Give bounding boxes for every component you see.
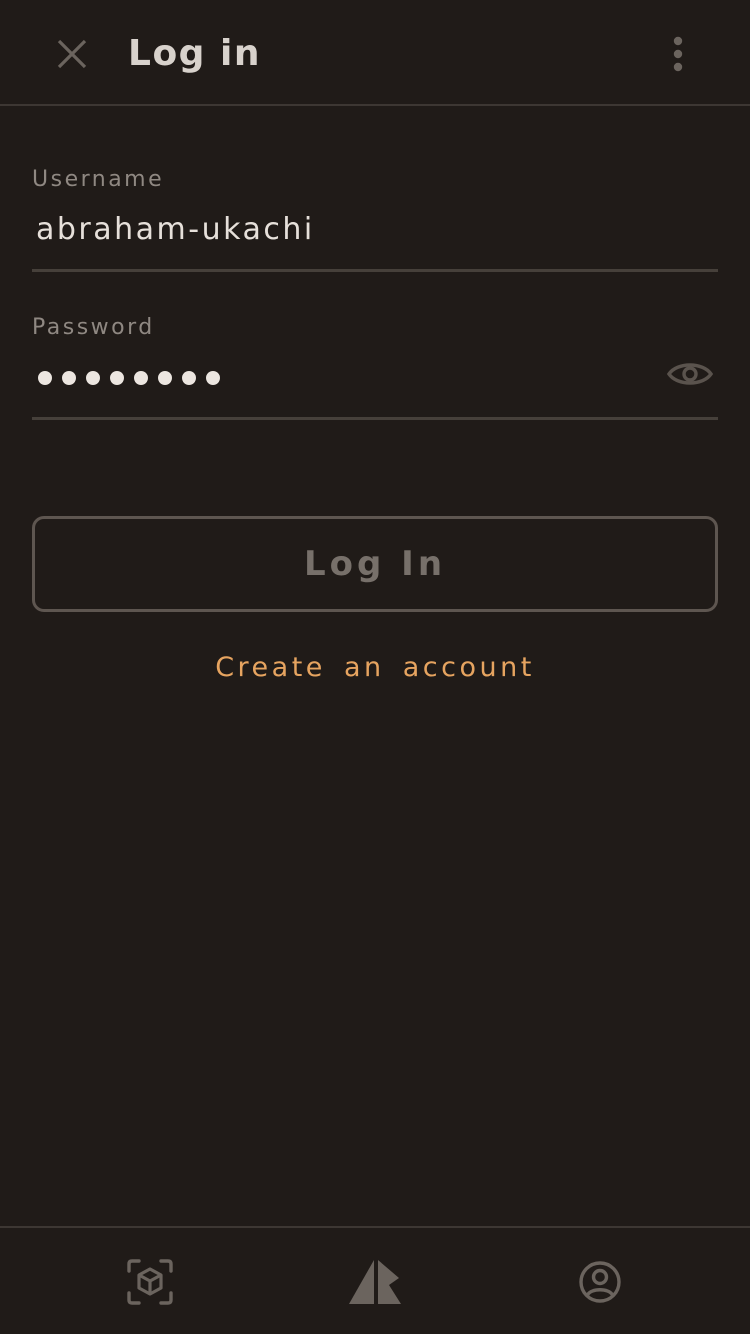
toggle-password-visibility-button[interactable] <box>662 352 718 396</box>
page-title: Log in <box>128 33 261 74</box>
eye-icon <box>667 363 713 385</box>
login-screen: Log in Username Password Log In Create a… <box>0 0 750 1334</box>
password-mask-dot <box>134 371 148 385</box>
ar-cube-icon <box>127 1259 173 1305</box>
create-account-link[interactable]: Create an account <box>0 648 750 688</box>
password-mask-dot <box>110 371 124 385</box>
password-mask-dot <box>62 371 76 385</box>
password-mask-dot <box>182 371 196 385</box>
nav-item-home[interactable] <box>346 1252 406 1312</box>
password-field: Password <box>32 312 718 420</box>
username-label: Username <box>32 167 165 192</box>
more-options-button[interactable] <box>654 26 702 82</box>
account-circle-icon <box>579 1261 621 1303</box>
close-icon <box>57 39 87 69</box>
close-button[interactable] <box>44 26 100 82</box>
nav-item-ar[interactable] <box>120 1252 180 1312</box>
more-vertical-icon <box>673 36 683 72</box>
password-label: Password <box>32 315 155 340</box>
password-mask-dot <box>38 371 52 385</box>
password-mask-dot <box>158 371 172 385</box>
username-input[interactable] <box>32 206 656 252</box>
password-mask-dot <box>206 371 220 385</box>
username-field: Username <box>32 164 718 272</box>
login-button[interactable]: Log In <box>32 516 718 612</box>
password-mask-dot <box>86 371 100 385</box>
app-header: Log in <box>0 0 750 106</box>
logo-icon <box>349 1260 401 1304</box>
nav-item-account[interactable] <box>570 1252 630 1312</box>
bottom-navigation <box>0 1226 750 1334</box>
password-input[interactable] <box>38 368 220 388</box>
